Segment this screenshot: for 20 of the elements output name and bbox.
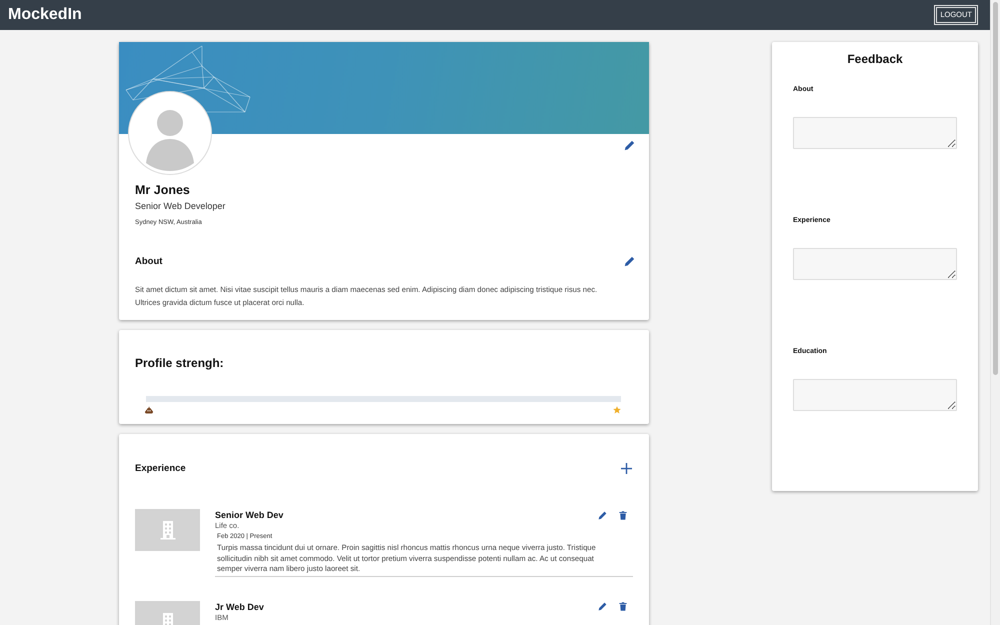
trash-icon[interactable] (619, 510, 627, 520)
scrollbar-thumb[interactable] (993, 2, 998, 375)
job-title: Senior Web Dev (215, 509, 284, 521)
experience-heading: Experience (135, 462, 186, 474)
feedback-heading: Feedback (846, 52, 904, 67)
pencil-icon[interactable] (624, 140, 635, 151)
profile-name: Mr Jones (135, 183, 191, 198)
pencil-icon[interactable] (624, 256, 635, 266)
poop-icon (145, 406, 153, 414)
pencil-icon[interactable] (598, 602, 607, 611)
building-icon (160, 520, 176, 540)
pencil-icon[interactable] (598, 510, 607, 520)
plus-icon[interactable] (621, 462, 632, 474)
about-heading: About (135, 254, 162, 268)
star-icon (613, 406, 621, 414)
profile-headline: Senior Web Developer (135, 200, 226, 212)
job-title: Jr Web Dev (215, 600, 264, 612)
app-logo[interactable]: MockedIn (8, 5, 82, 25)
profile-strength-heading: Profile strengh: (135, 356, 225, 371)
trash-icon[interactable] (619, 602, 627, 611)
